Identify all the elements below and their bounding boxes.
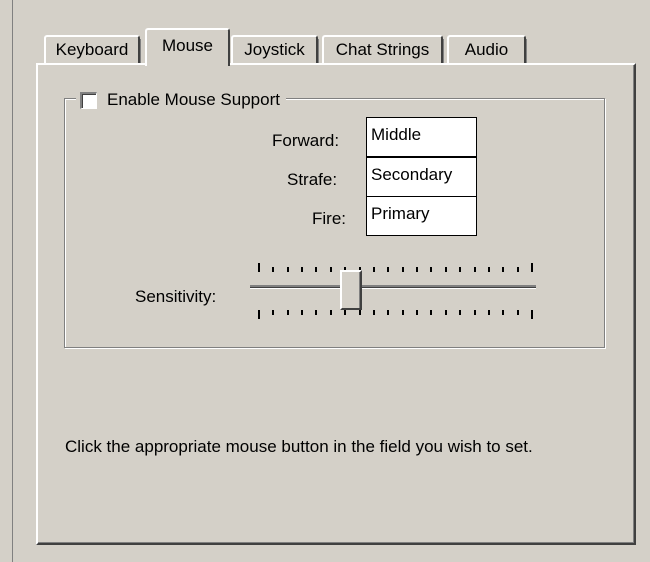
slider-tick [258,263,260,272]
slider-tick [531,263,533,272]
tab-joystick-label: Joystick [244,40,305,59]
tab-audio-label: Audio [464,40,509,59]
slider-tick [445,310,447,315]
slider-tick [387,310,389,315]
tab-chat-strings-label: Chat Strings [335,40,430,59]
slider-tick [373,310,375,315]
slider-tick [459,310,461,315]
strafe-button-field[interactable]: Secondary [366,157,477,197]
slider-tick [258,310,260,319]
slider-tick [315,310,317,315]
slider-tick [330,267,332,272]
enable-mouse-support-checkbox[interactable] [80,91,97,109]
slider-tick [387,267,389,272]
slider-tick [315,267,317,272]
enable-mouse-support-label: Enable Mouse Support [107,90,280,109]
tab-keyboard[interactable]: Keyboard [44,35,141,63]
forward-button-field[interactable]: Middle [366,117,477,157]
slider-tick [430,310,432,315]
enable-mouse-support-checkbox-row[interactable]: Enable Mouse Support [76,88,286,112]
slider-tick [517,310,519,315]
slider-tick [488,267,490,272]
slider-tick [474,310,476,315]
slider-tick [402,267,404,272]
slider-tick [531,310,533,319]
instruction-text: Click the appropriate mouse button in th… [65,437,533,456]
slider-tick [416,267,418,272]
fire-button-field[interactable]: Primary [366,196,477,236]
slider-tick [502,310,504,315]
slider-tick [474,267,476,272]
tab-audio[interactable]: Audio [447,35,527,63]
sensitivity-slider-track[interactable] [250,285,536,289]
strafe-label: Strafe: [287,170,338,189]
slider-tick [502,267,504,272]
sensitivity-label: Sensitivity: [135,287,217,306]
tab-joystick[interactable]: Joystick [231,35,319,63]
slider-tick [301,310,303,315]
slider-tick [517,267,519,272]
tab-keyboard-label: Keyboard [55,40,129,59]
tab-mouse-label: Mouse [161,36,214,55]
slider-tick [430,267,432,272]
slider-tick [445,267,447,272]
slider-tick [287,267,289,272]
sensitivity-slider-thumb[interactable] [340,270,362,310]
slider-tick [272,267,274,272]
slider-tick [272,310,274,315]
slider-tick [402,310,404,315]
tab-mouse[interactable]: Mouse [145,28,230,66]
fire-label: Fire: [312,209,346,228]
slider-tick [488,310,490,315]
slider-tick [330,310,332,315]
slider-tick [359,310,361,315]
slider-tick [287,310,289,315]
slider-tick [416,310,418,315]
slider-tick [373,267,375,272]
forward-label: Forward: [272,131,340,150]
tab-chat-strings[interactable]: Chat Strings [322,35,444,63]
sensitivity-ticks-top [258,263,533,273]
slider-tick [459,267,461,272]
sensitivity-ticks-bottom [258,310,533,320]
slider-tick [344,310,346,315]
window-frame-edge [12,0,13,562]
slider-tick [301,267,303,272]
